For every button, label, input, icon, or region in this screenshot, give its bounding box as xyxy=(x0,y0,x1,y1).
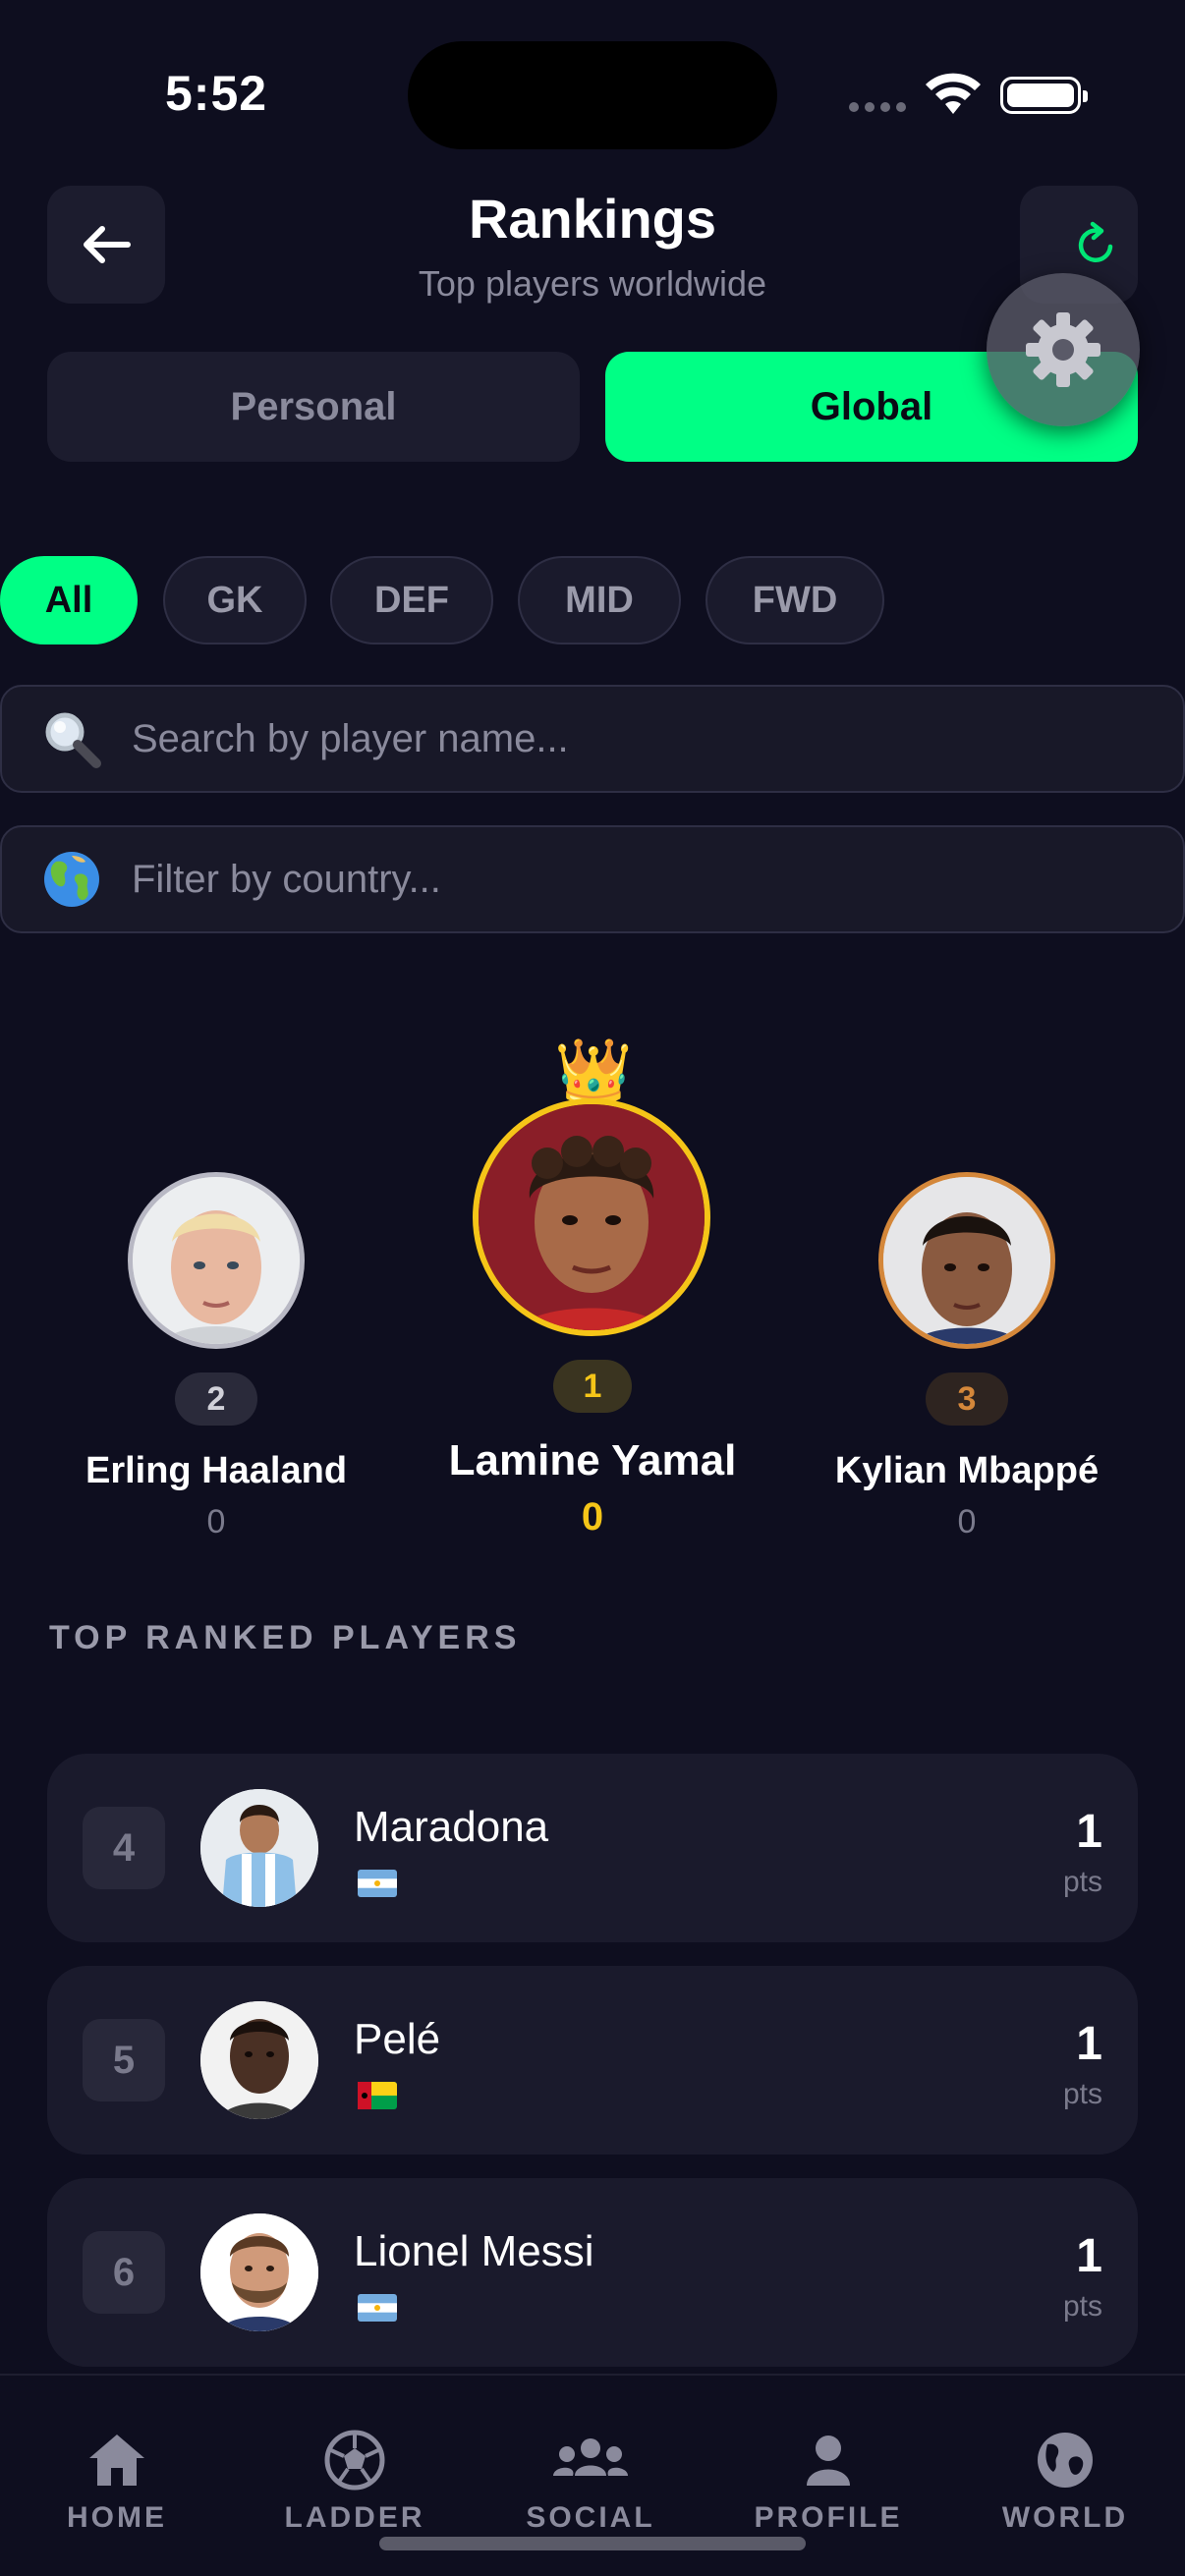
points-label: pts xyxy=(1062,2078,1102,2110)
avatar-first-place[interactable] xyxy=(473,1098,710,1336)
list-item[interactable]: 6 Lionel Messi 1 pts xyxy=(47,2178,1138,2367)
player-avatar xyxy=(200,1789,318,1907)
globe-icon xyxy=(37,850,106,909)
tab-profile-label: PROFILE xyxy=(754,2501,903,2534)
podium-name-first: Lamine Yamal xyxy=(448,1436,737,1484)
gear-icon xyxy=(1026,312,1100,387)
search-placeholder: Search by player name... xyxy=(132,716,569,760)
filter-chip-gk[interactable]: GK xyxy=(163,556,307,644)
tab-world[interactable]: WORLD xyxy=(967,2429,1163,2535)
rank-number: 4 xyxy=(83,1807,165,1889)
dynamic-island xyxy=(408,41,777,149)
country-filter-input[interactable]: Filter by country... xyxy=(0,825,1185,933)
argentina-flag-icon xyxy=(358,2294,397,2322)
podium-points-third: 0 xyxy=(957,1503,977,1540)
tab-social[interactable]: SOCIAL xyxy=(492,2429,689,2535)
battery-icon xyxy=(1000,77,1088,114)
filter-chip-def[interactable]: DEF xyxy=(330,556,493,644)
points-label: pts xyxy=(1062,1866,1102,1898)
avatar-third-place[interactable] xyxy=(878,1172,1055,1349)
tab-home-label: HOME xyxy=(67,2501,167,2534)
player-avatar xyxy=(200,2213,318,2331)
argentina-flag-icon xyxy=(358,1870,397,1897)
search-input[interactable]: Search by player name... xyxy=(0,685,1185,793)
person-icon xyxy=(807,2436,850,2486)
search-icon xyxy=(37,708,106,769)
settings-floating-button[interactable] xyxy=(987,273,1140,426)
house-icon xyxy=(89,2435,144,2486)
people-icon xyxy=(553,2438,628,2476)
player-points: 1 xyxy=(1076,2018,1102,2070)
cellular-signal-icon xyxy=(849,102,906,112)
podium-points-second: 0 xyxy=(206,1503,226,1540)
rank-badge-first: 1 xyxy=(553,1360,632,1413)
avatar-second-place[interactable] xyxy=(128,1172,305,1349)
list-item[interactable]: 5 Pelé 1 pts xyxy=(47,1966,1138,2155)
player-avatar xyxy=(200,2001,318,2119)
player-name: Pelé xyxy=(354,2015,441,2063)
filter-chip-fwd[interactable]: FWD xyxy=(705,556,884,644)
rank-number: 6 xyxy=(83,2231,165,2314)
wifi-icon xyxy=(926,73,981,114)
player-name: Lionel Messi xyxy=(354,2227,594,2275)
player-points: 1 xyxy=(1076,1806,1102,1858)
tab-profile[interactable]: PROFILE xyxy=(730,2429,927,2535)
refresh-icon xyxy=(1078,221,1113,262)
filter-chip-all[interactable]: All xyxy=(0,556,138,644)
podium-name-third: Kylian Mbappé xyxy=(834,1450,1100,1491)
points-label: pts xyxy=(1062,2290,1102,2323)
podium-name-second: Erling Haaland xyxy=(85,1450,348,1491)
tab-personal[interactable]: Personal xyxy=(47,352,580,462)
guinea-bissau-flag-icon xyxy=(358,2082,397,2109)
globe-icon xyxy=(1038,2433,1093,2488)
crown-icon: 👑 xyxy=(554,1036,633,1106)
tab-social-label: SOCIAL xyxy=(526,2501,655,2534)
tab-home[interactable]: HOME xyxy=(19,2429,215,2535)
player-points: 1 xyxy=(1076,2230,1102,2282)
home-indicator[interactable] xyxy=(379,2537,806,2550)
page-title: Rankings xyxy=(468,188,717,250)
rank-number: 5 xyxy=(83,2019,165,2101)
tab-ladder[interactable]: LADDER xyxy=(256,2429,453,2535)
country-filter-placeholder: Filter by country... xyxy=(132,857,441,901)
list-item[interactable]: 4 Maradona 1 pts xyxy=(47,1754,1138,1942)
status-time: 5:52 xyxy=(165,66,268,121)
rank-badge-second: 2 xyxy=(175,1372,257,1426)
rank-badge-third: 3 xyxy=(926,1372,1008,1426)
tab-ladder-label: LADDER xyxy=(284,2501,425,2534)
podium-points-first: 0 xyxy=(581,1495,604,1539)
soccer-ball-icon xyxy=(324,2430,385,2491)
player-name: Maradona xyxy=(354,1803,549,1851)
section-title: TOP RANKED PLAYERS xyxy=(49,1619,522,1656)
tab-world-label: WORLD xyxy=(1001,2501,1129,2534)
filter-chip-mid[interactable]: MID xyxy=(518,556,681,644)
